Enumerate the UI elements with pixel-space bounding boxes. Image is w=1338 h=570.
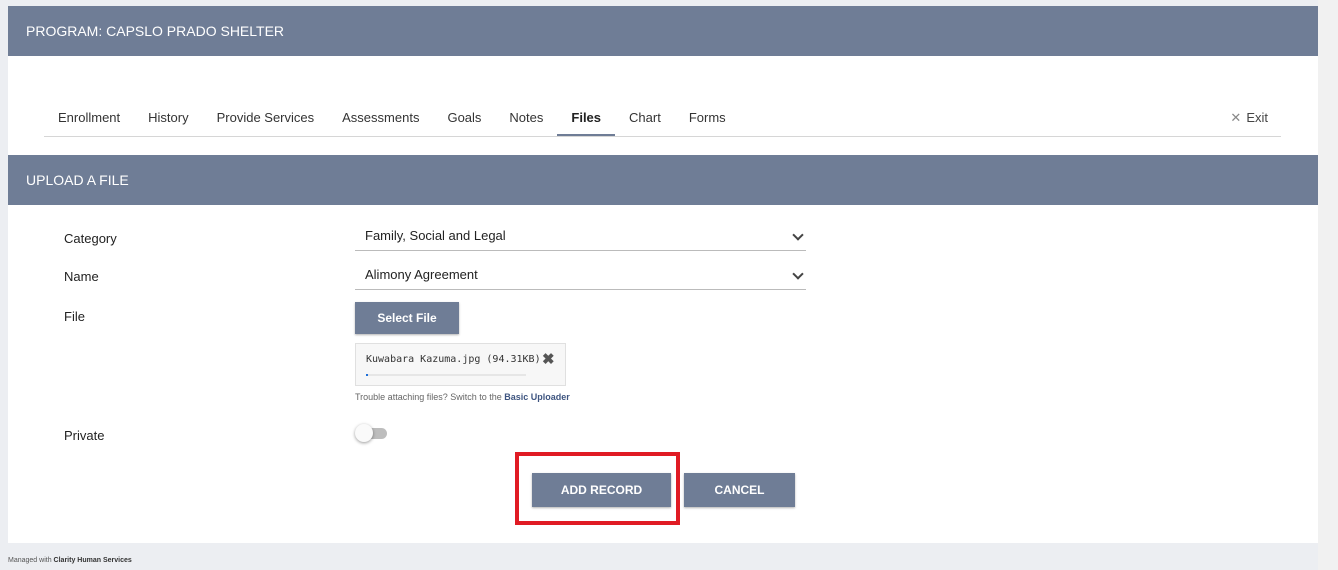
attached-file-name: Kuwabara Kazuma.jpg (94.31KB): [366, 354, 541, 365]
highlight-box: [515, 452, 680, 525]
category-value: Family, Social and Legal: [365, 228, 506, 243]
tab-goals[interactable]: Goals: [433, 100, 495, 136]
chevron-down-icon: [792, 268, 804, 280]
tabs-panel: Enrollment History Provide Services Asse…: [8, 56, 1318, 155]
tab-notes[interactable]: Notes: [495, 100, 557, 136]
basic-uploader-link[interactable]: Basic Uploader: [504, 392, 570, 402]
upload-section-header: UPLOAD A FILE: [8, 155, 1318, 205]
tab-forms[interactable]: Forms: [675, 100, 740, 136]
file-label: File: [64, 309, 85, 324]
upload-progress-fill: [366, 374, 368, 376]
category-select[interactable]: Family, Social and Legal: [355, 220, 806, 251]
cancel-button[interactable]: CANCEL: [684, 473, 795, 507]
close-icon: ✕: [1230, 110, 1242, 125]
footer: Managed with Clarity Human Services: [8, 557, 132, 564]
upload-progress-bar: [366, 374, 526, 376]
private-toggle[interactable]: [355, 424, 389, 442]
trouble-text: Trouble attaching files? Switch to the B…: [355, 392, 570, 402]
tab-history[interactable]: History: [134, 100, 202, 136]
toggle-knob: [355, 424, 373, 442]
tab-provide-services[interactable]: Provide Services: [203, 100, 329, 136]
tab-assessments[interactable]: Assessments: [328, 100, 433, 136]
program-title: PROGRAM: CAPSLO PRADO SHELTER: [26, 23, 285, 39]
name-label: Name: [64, 269, 99, 284]
category-label: Category: [64, 231, 117, 246]
section-title: UPLOAD A FILE: [26, 172, 129, 188]
trouble-message: Trouble attaching files? Switch to the: [355, 392, 502, 402]
tab-enrollment[interactable]: Enrollment: [44, 100, 134, 136]
select-file-button[interactable]: Select File: [355, 302, 459, 334]
name-select[interactable]: Alimony Agreement: [355, 259, 806, 290]
name-value: Alimony Agreement: [365, 267, 478, 282]
exit-label: Exit: [1246, 110, 1268, 125]
exit-button[interactable]: ✕ Exit: [1230, 110, 1268, 126]
attached-file: Kuwabara Kazuma.jpg (94.31KB) ✖: [355, 343, 566, 386]
tab-files[interactable]: Files: [557, 100, 616, 136]
chevron-down-icon: [792, 229, 804, 241]
tab-chart[interactable]: Chart: [615, 100, 675, 136]
page-scrollbar[interactable]: [1318, 0, 1338, 570]
program-header: PROGRAM: CAPSLO PRADO SHELTER: [8, 6, 1318, 56]
footer-brand: Clarity Human Services: [53, 557, 132, 564]
private-label: Private: [64, 428, 105, 443]
tab-bar: Enrollment History Provide Services Asse…: [44, 100, 1281, 137]
remove-file-icon[interactable]: ✖: [542, 350, 555, 368]
footer-prefix: Managed with: [8, 557, 52, 564]
